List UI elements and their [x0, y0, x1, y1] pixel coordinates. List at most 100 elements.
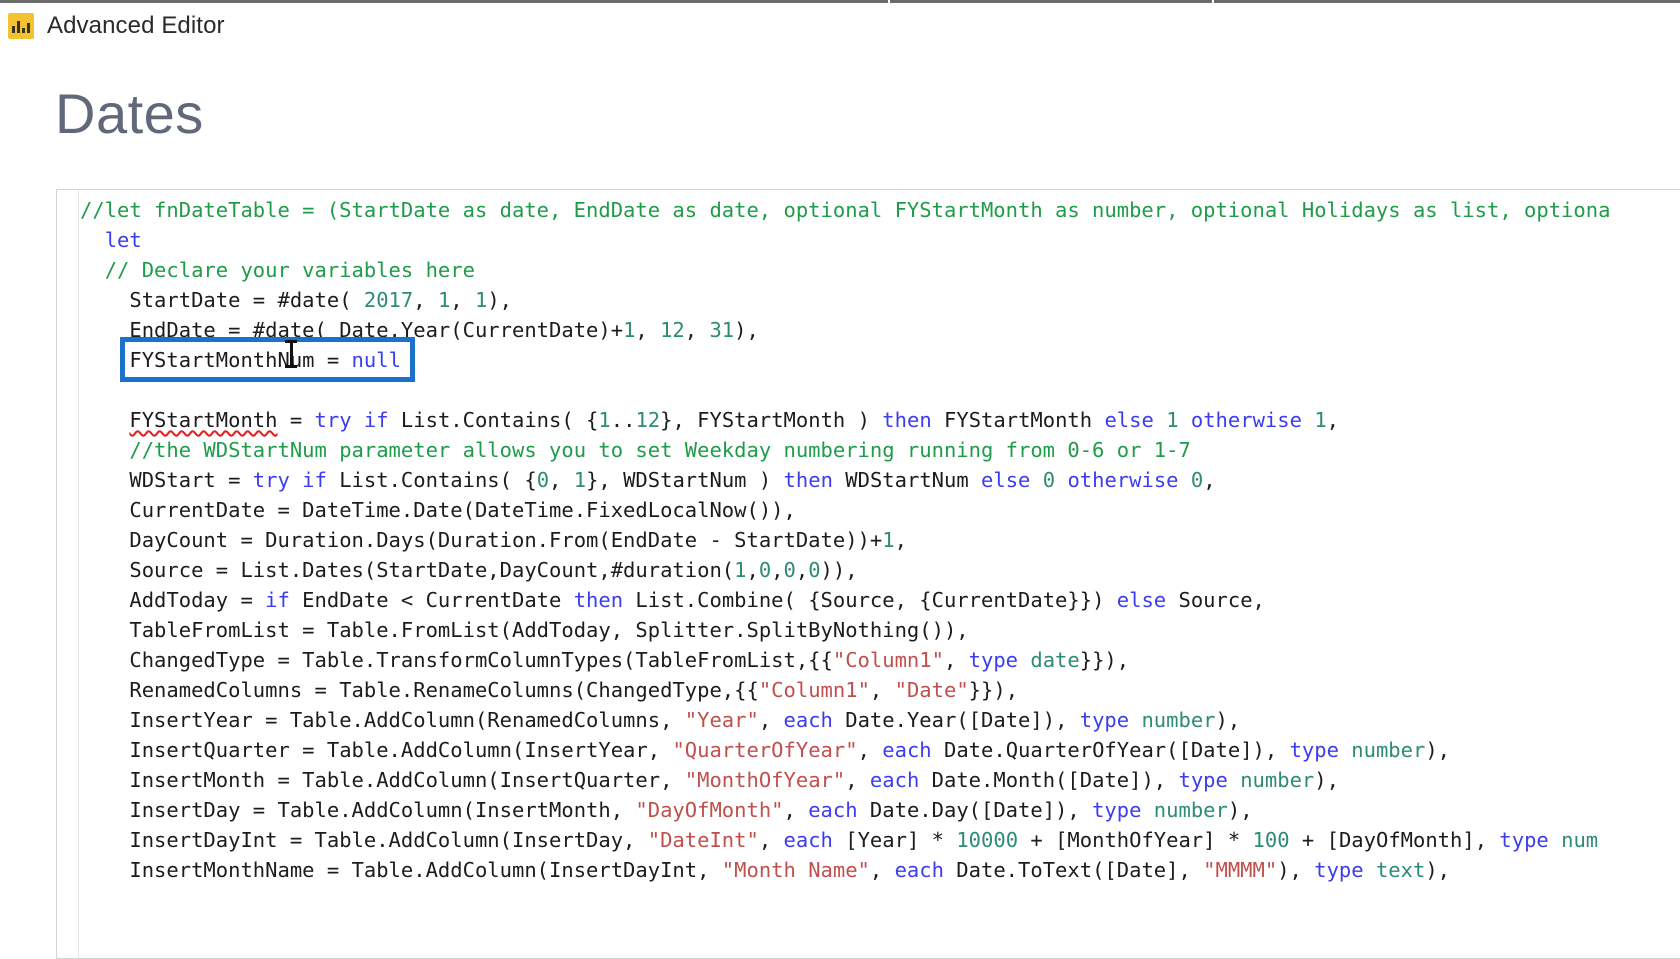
- code-token: Date.Day([Date]),: [857, 798, 1093, 822]
- code-token: Date.Month([Date]),: [919, 768, 1179, 792]
- code-token: otherwise: [1067, 468, 1179, 492]
- code-line[interactable]: let: [80, 225, 1680, 255]
- code-token: + [DayOfMonth],: [1289, 828, 1500, 852]
- code-line[interactable]: //let fnDateTable = (StartDate as date, …: [80, 195, 1680, 225]
- code-token: 12: [660, 318, 685, 342]
- code-token: // Declare your variables here: [104, 258, 475, 282]
- code-token: ,: [549, 468, 574, 492]
- code-token: "Column1": [832, 648, 944, 672]
- code-token: 1: [623, 318, 636, 342]
- code-token: FYStartMonth: [129, 408, 278, 432]
- code-token: "MonthOfYear": [684, 768, 846, 792]
- code-token: "Month Name": [721, 858, 870, 882]
- code-line[interactable]: InsertMonth = Table.AddColumn(InsertQuar…: [80, 765, 1680, 795]
- code-token: "QuarterOfYear": [672, 738, 858, 762]
- code-line[interactable]: CurrentDate = DateTime.Date(DateTime.Fix…: [80, 495, 1680, 525]
- code-token: EndDate < CurrentDate: [289, 588, 574, 612]
- code-token: InsertYear = Table.AddColumn(RenamedColu…: [129, 708, 685, 732]
- code-line[interactable]: InsertYear = Table.AddColumn(RenamedColu…: [80, 705, 1680, 735]
- code-line[interactable]: [80, 375, 1680, 405]
- code-token: ),: [734, 318, 759, 342]
- code-token: Source,: [1166, 588, 1265, 612]
- code-token: )),: [820, 558, 858, 582]
- m-code-text[interactable]: //let fnDateTable = (StartDate as date, …: [80, 195, 1680, 955]
- code-token: each: [894, 858, 944, 882]
- code-line[interactable]: Source = List.Dates(StartDate,DayCount,#…: [80, 555, 1680, 585]
- code-token: ,: [894, 528, 907, 552]
- code-token: FYStartMonth: [931, 408, 1105, 432]
- code-line[interactable]: InsertQuarter = Table.AddColumn(InsertYe…: [80, 735, 1680, 765]
- code-token: otherwise: [1190, 408, 1302, 432]
- code-token: + [MonthOfYear] *: [1018, 828, 1253, 852]
- code-token: ,: [845, 768, 870, 792]
- code-token: each: [783, 828, 833, 852]
- code-token: }}),: [1079, 648, 1130, 672]
- code-token: ,: [795, 558, 809, 582]
- query-name-heading: Dates: [55, 82, 204, 145]
- title-bar-divider-1: [888, 0, 890, 3]
- code-token: 1: [598, 408, 611, 432]
- code-token: //let fnDateTable = (StartDate as date, …: [80, 198, 1611, 222]
- code-line[interactable]: DayCount = Duration.Days(Duration.From(E…: [80, 525, 1680, 555]
- code-token: ,: [758, 708, 784, 732]
- code-token: List.Contains( {: [326, 468, 537, 492]
- code-token: type: [968, 648, 1019, 672]
- code-line[interactable]: //the WDStartNum parameter allows you to…: [80, 435, 1680, 465]
- code-token: each: [882, 738, 932, 762]
- code-token: ,: [1203, 468, 1216, 492]
- code-token: StartDate = #date(: [129, 288, 364, 312]
- code-token: number: [1240, 768, 1315, 792]
- code-token: type: [1289, 738, 1339, 762]
- code-token: if: [363, 408, 389, 432]
- code-line[interactable]: InsertMonthName = Table.AddColumn(Insert…: [80, 855, 1680, 885]
- code-token: date: [1030, 648, 1080, 672]
- code-line[interactable]: WDStart = try if List.Contains( {0, 1}, …: [80, 465, 1680, 495]
- code-token: else: [1104, 408, 1154, 432]
- code-token: }}),: [968, 678, 1019, 702]
- code-token: InsertDay = Table.AddColumn(InsertMonth,: [129, 798, 636, 822]
- code-line[interactable]: FYStartMonthNum = null: [80, 345, 1680, 375]
- code-token: InsertMonth = Table.AddColumn(InsertQuar…: [129, 768, 685, 792]
- code-line[interactable]: FYStartMonth = try if List.Contains( {1.…: [80, 405, 1680, 435]
- code-token: InsertMonthName = Table.AddColumn(Insert…: [129, 858, 722, 882]
- code-token: 12: [635, 408, 661, 432]
- window-title-bar: Advanced Editor: [0, 0, 1680, 48]
- code-line[interactable]: TableFromList = Table.FromList(AddToday,…: [80, 615, 1680, 645]
- code-token: 10000: [956, 828, 1019, 852]
- advanced-editor-code-panel[interactable]: //let fnDateTable = (StartDate as date, …: [56, 189, 1680, 959]
- code-token: num: [1561, 828, 1599, 852]
- code-line[interactable]: RenamedColumns = Table.RenameColumns(Cha…: [80, 675, 1680, 705]
- code-token: List.Contains( {: [388, 408, 599, 432]
- code-line[interactable]: AddToday = if EndDate < CurrentDate then…: [80, 585, 1680, 615]
- code-token: text: [1375, 858, 1426, 882]
- code-token: 100: [1252, 828, 1290, 852]
- code-line[interactable]: InsertDayInt = Table.AddColumn(InsertDay…: [80, 825, 1680, 855]
- code-token: 1: [734, 558, 747, 582]
- code-token: each: [808, 798, 858, 822]
- code-token: ,: [635, 318, 661, 342]
- code-token: FYStartMonthNum =: [129, 348, 352, 372]
- code-line[interactable]: ChangedType = Table.TransformColumnTypes…: [80, 645, 1680, 675]
- code-token: EndDate = #date( Date.Year(CurrentDate)+: [129, 318, 624, 342]
- code-token: 0: [808, 558, 821, 582]
- code-line[interactable]: // Declare your variables here: [80, 255, 1680, 285]
- code-line[interactable]: InsertDay = Table.AddColumn(InsertMonth,…: [80, 795, 1680, 825]
- code-line[interactable]: EndDate = #date( Date.Year(CurrentDate)+…: [80, 315, 1680, 345]
- code-token: ,: [857, 738, 883, 762]
- code-token: type: [1314, 858, 1364, 882]
- code-token: }, WDStartNum ): [586, 468, 784, 492]
- code-token: "Column1": [758, 678, 870, 702]
- code-token: List.Combine( {Source, {CurrentDate}}): [623, 588, 1117, 612]
- text-ibeam-cursor: [285, 340, 297, 368]
- code-line[interactable]: StartDate = #date( 2017, 1, 1),: [80, 285, 1680, 315]
- code-token: 1: [1166, 408, 1179, 432]
- code-token: each: [869, 768, 920, 792]
